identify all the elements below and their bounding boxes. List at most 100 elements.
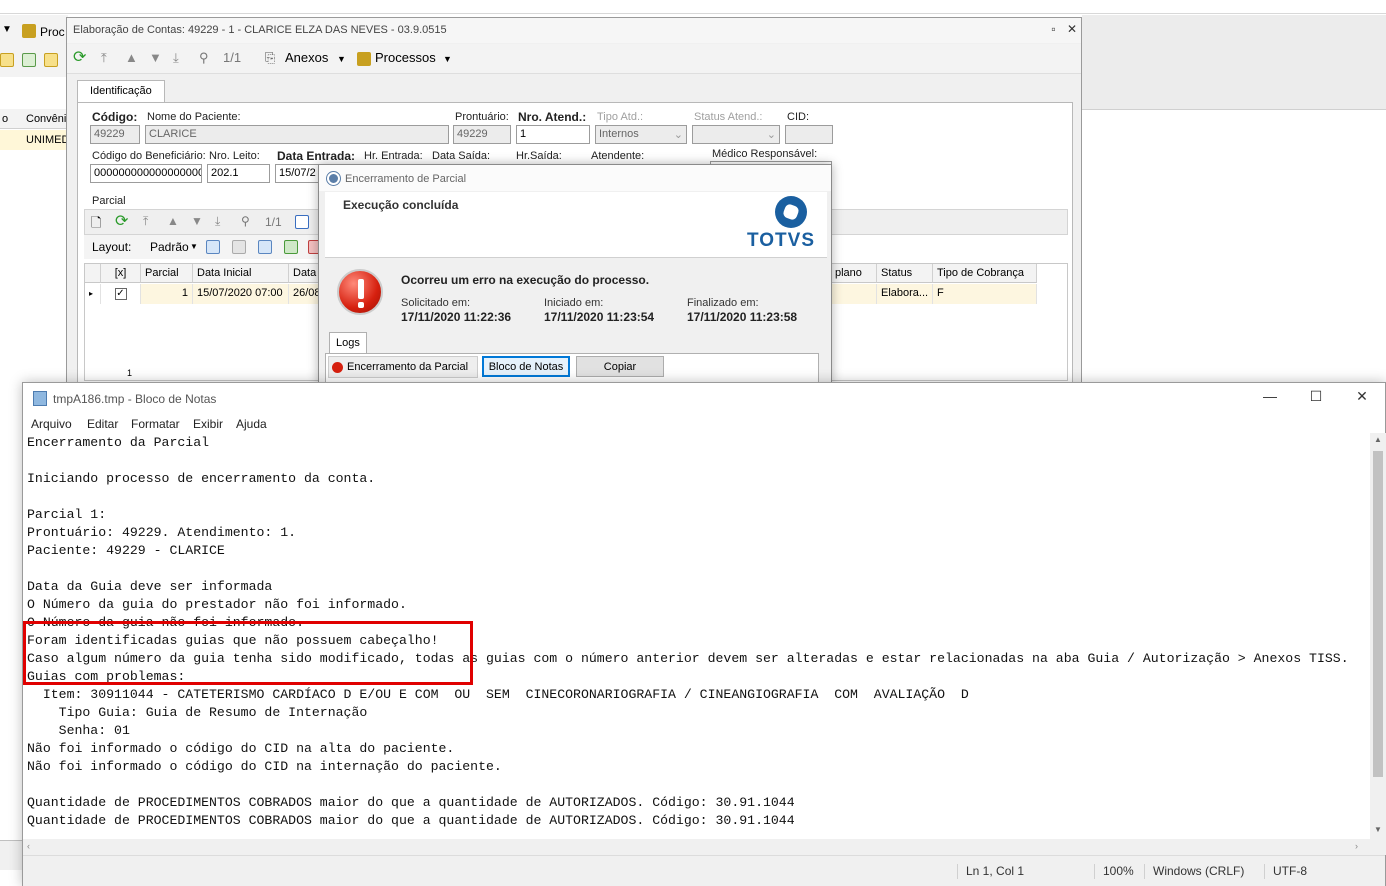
scroll-down-icon[interactable]: ▼ bbox=[1374, 825, 1382, 834]
scroll-right-icon[interactable]: › bbox=[1355, 841, 1358, 851]
error-icon bbox=[337, 269, 383, 315]
column-header-tipo-cobranca[interactable]: Tipo de Cobrança bbox=[933, 264, 1037, 283]
layout-columns-icon[interactable] bbox=[258, 240, 272, 254]
last-record-icon[interactable]: ⤓ bbox=[173, 50, 179, 66]
scroll-corner bbox=[1370, 839, 1386, 855]
anexos-button[interactable]: Anexos bbox=[285, 50, 328, 65]
processos-button[interactable]: Processos bbox=[375, 50, 436, 65]
column-header-status[interactable]: Status bbox=[877, 264, 933, 283]
anexos-dropdown-icon[interactable]: ▼ bbox=[337, 54, 346, 64]
close-icon[interactable]: ✕ bbox=[1339, 388, 1385, 410]
menu-exibir[interactable]: Exibir bbox=[193, 417, 223, 431]
nro-leito-field[interactable]: 202.1 bbox=[207, 164, 270, 183]
text-line bbox=[27, 776, 1366, 794]
minimize-icon[interactable]: — bbox=[1247, 388, 1293, 410]
calendar-icon[interactable] bbox=[44, 53, 58, 67]
refresh-icon[interactable]: ⟳ bbox=[115, 211, 128, 231]
codigo-field[interactable]: 49229 bbox=[90, 125, 140, 144]
prontuario-field[interactable]: 49229 bbox=[453, 125, 511, 144]
tipo-atd-select[interactable]: Internos ⌄ bbox=[595, 125, 687, 144]
layout-icon[interactable] bbox=[0, 53, 14, 67]
tab-identificacao[interactable]: Identificação bbox=[77, 80, 165, 102]
nro-atend-field[interactable]: 1 bbox=[516, 125, 590, 144]
copiar-button[interactable]: Copiar bbox=[576, 356, 664, 377]
layout-delete-icon[interactable] bbox=[232, 240, 246, 254]
row-indicator-icon[interactable]: ▸ bbox=[85, 284, 101, 304]
app-icon bbox=[327, 172, 340, 185]
scroll-left-icon[interactable]: ‹ bbox=[27, 841, 30, 851]
processos-dropdown-icon[interactable]: ▼ bbox=[443, 54, 452, 64]
background-panel bbox=[1082, 15, 1386, 110]
binoculars-icon[interactable]: ⚲ bbox=[241, 214, 250, 228]
nome-field[interactable]: CLARICE bbox=[145, 125, 449, 144]
notepad-status-bar: Ln 1, Col 1 100% Windows (CRLF) UTF-8 bbox=[23, 855, 1385, 886]
bg-column-header[interactable]: o bbox=[2, 113, 8, 125]
close-icon[interactable]: ✕ bbox=[1067, 22, 1077, 36]
restore-icon[interactable]: ▫ bbox=[1051, 22, 1055, 36]
log-item[interactable]: Encerramento da Parcial bbox=[328, 356, 478, 378]
atendente-label: Atendente: bbox=[591, 150, 645, 162]
status-atend-select[interactable]: ⌄ bbox=[692, 125, 780, 144]
nome-label: Nome do Paciente: bbox=[147, 111, 241, 123]
binoculars-icon[interactable]: ⚲ bbox=[199, 50, 209, 66]
first-record-icon[interactable]: ⤒ bbox=[101, 50, 107, 66]
highlight-box bbox=[23, 621, 473, 685]
menu-ajuda[interactable]: Ajuda bbox=[236, 417, 267, 431]
iniciado-value: 17/11/2020 11:23:54 bbox=[544, 310, 655, 324]
dropdown-arrow-icon[interactable]: ▼ bbox=[2, 24, 12, 35]
next-record-icon[interactable]: ▼ bbox=[191, 214, 203, 228]
export-excel-icon[interactable] bbox=[284, 240, 298, 254]
refresh-icon[interactable]: ⟳ bbox=[73, 47, 86, 67]
cell-plano[interactable] bbox=[831, 284, 877, 304]
next-record-icon[interactable]: ▼ bbox=[149, 50, 162, 65]
vertical-scroll-thumb[interactable] bbox=[1373, 451, 1383, 777]
nro-leito-label: Nro. Leito: bbox=[209, 150, 260, 162]
menu-editar[interactable]: Editar bbox=[87, 417, 118, 431]
bloco-de-notas-button[interactable]: Bloco de Notas bbox=[482, 356, 570, 377]
processos-label[interactable]: Proc bbox=[40, 25, 65, 39]
menu-arquivo[interactable]: Arquivo bbox=[31, 417, 72, 431]
layout-dropdown-icon[interactable]: ▼ bbox=[190, 242, 198, 251]
layout-select[interactable]: Padrão bbox=[150, 240, 189, 254]
calendar-grid-icon[interactable] bbox=[295, 215, 309, 229]
bg-cell-convenio: UNIMED bbox=[26, 134, 70, 146]
column-header-plano[interactable]: plano bbox=[831, 264, 877, 283]
new-document-icon[interactable]: 🗋 bbox=[91, 214, 101, 236]
totvs-logo-text: TOTVS bbox=[747, 230, 815, 251]
paperclip-icon[interactable]: ⎘ bbox=[265, 50, 275, 66]
previous-record-icon[interactable]: ▲ bbox=[167, 214, 179, 228]
cell-status[interactable]: Elabora... bbox=[877, 284, 933, 304]
solicitado-label: Solicitado em: bbox=[401, 297, 471, 309]
cell-data-inicial[interactable]: 15/07/2020 07:00 bbox=[193, 284, 289, 304]
grid-icon[interactable] bbox=[22, 53, 36, 67]
dialog-title-bar: Encerramento de Parcial bbox=[319, 165, 831, 191]
column-header-data-inicial[interactable]: Data Inicial bbox=[193, 264, 289, 283]
chevron-down-icon: ⌄ bbox=[673, 129, 683, 141]
error-message: Ocorreu um erro na execução do processo. bbox=[401, 273, 650, 287]
bg-column-header-convenio[interactable]: Convêni bbox=[26, 113, 66, 125]
cid-field[interactable] bbox=[785, 125, 833, 144]
hr-saida-label: Hr.Saída: bbox=[516, 150, 562, 162]
process-gear-icon[interactable] bbox=[357, 52, 371, 66]
row-checkbox[interactable]: ✓ bbox=[101, 284, 141, 304]
column-header-parcial[interactable]: Parcial bbox=[141, 264, 193, 283]
scroll-up-icon[interactable]: ▲ bbox=[1374, 435, 1382, 444]
column-header-check[interactable]: [x] bbox=[101, 264, 141, 283]
process-gear-icon[interactable] bbox=[22, 24, 36, 38]
last-record-icon[interactable]: ⤓ bbox=[215, 214, 220, 229]
maximize-icon[interactable]: ☐ bbox=[1293, 388, 1339, 410]
execution-status-heading: Execução concluída bbox=[343, 198, 459, 212]
cell-parcial[interactable]: 1 bbox=[141, 284, 193, 304]
cod-beneficiario-field[interactable]: 0000000000000000000 bbox=[90, 164, 202, 183]
horizontal-scrollbar[interactable]: ‹ › bbox=[23, 839, 1370, 855]
background-footer bbox=[0, 840, 24, 870]
vertical-scrollbar[interactable]: ▲ ▼ bbox=[1370, 433, 1386, 839]
first-record-icon[interactable]: ⤒ bbox=[143, 214, 148, 229]
layout-save-icon[interactable] bbox=[206, 240, 220, 254]
previous-record-icon[interactable]: ▲ bbox=[125, 50, 138, 65]
cell-tipo-cobranca[interactable]: F bbox=[933, 284, 1037, 304]
background-grid-row[interactable]: UNIMED bbox=[0, 130, 70, 150]
notepad-text-area[interactable]: Encerramento da Parcial Iniciando proces… bbox=[23, 433, 1370, 839]
menu-formatar[interactable]: Formatar bbox=[131, 417, 180, 431]
tab-logs[interactable]: Logs bbox=[329, 332, 367, 353]
